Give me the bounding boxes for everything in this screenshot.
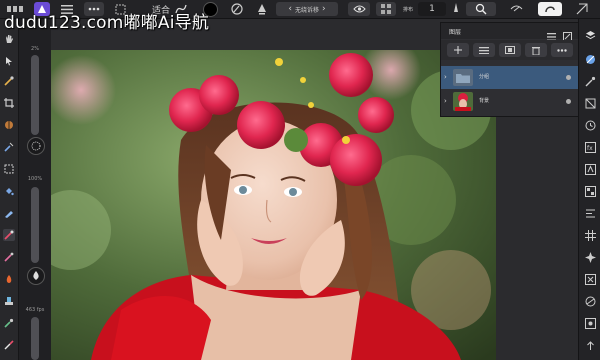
- layer-name: 分组: [479, 74, 490, 80]
- fx-icon[interactable]: fx: [584, 141, 596, 153]
- align-icon[interactable]: [584, 207, 596, 219]
- brushes-icon[interactable]: [584, 75, 596, 87]
- layer-options-icon[interactable]: [551, 43, 573, 57]
- pixel-brush-icon[interactable]: [3, 251, 15, 263]
- grid-pattern-icon[interactable]: [376, 2, 396, 16]
- tools-panel: [0, 19, 19, 360]
- layers-panel-header: 图层: [441, 23, 578, 41]
- delete-layer-icon[interactable]: [525, 43, 547, 57]
- layer-name: 背景: [479, 98, 490, 104]
- brush-hardness-icon[interactable]: [27, 137, 45, 155]
- size-slider[interactable]: [31, 187, 39, 263]
- layer-stack-icon[interactable]: [473, 43, 495, 57]
- transform-icon[interactable]: [584, 97, 596, 109]
- expand-chevron-icon[interactable]: ›: [444, 97, 447, 105]
- add-mask-icon[interactable]: [499, 43, 521, 57]
- history-icon[interactable]: [584, 119, 596, 131]
- brush-context-bar: 2% 100% 463 fps: [19, 19, 51, 360]
- studio-panel-strip: fx: [578, 19, 600, 360]
- layer-visibility-toggle[interactable]: [566, 75, 571, 80]
- adjustments-icon[interactable]: [584, 53, 596, 65]
- layers-toolbar: [441, 40, 578, 60]
- search-brush-icon[interactable]: [466, 2, 496, 16]
- chevron-right-icon: ›: [322, 4, 326, 14]
- watermark-text: dudu123.com嘟嘟Ai导航: [4, 13, 210, 33]
- blend-mode-value: 无绕诉移: [294, 6, 319, 14]
- brush-settings-icon[interactable]: [228, 2, 246, 16]
- assistant-icon[interactable]: [538, 2, 562, 16]
- character-icon[interactable]: [584, 163, 596, 175]
- layers-panel-title: 图层: [449, 29, 462, 36]
- selection-brush-icon[interactable]: [3, 141, 15, 153]
- pen-icon[interactable]: [452, 2, 460, 16]
- layer-thumbnail: [453, 92, 473, 111]
- paint-brush-icon[interactable]: [3, 119, 15, 131]
- flow-label: 463 fps: [25, 307, 45, 313]
- flow-slider[interactable]: [31, 317, 39, 360]
- view-icon[interactable]: [506, 2, 526, 16]
- stock-icon[interactable]: [584, 295, 596, 307]
- clone-icon[interactable]: [3, 295, 15, 307]
- flood-fill-icon[interactable]: [3, 185, 15, 197]
- layers-panel: 图层 › 分组 › 背景: [440, 22, 579, 117]
- hand-icon[interactable]: [3, 33, 15, 45]
- add-layer-icon[interactable]: [447, 43, 469, 57]
- opacity-slider[interactable]: [31, 55, 39, 135]
- expand-chevron-icon[interactable]: ›: [444, 73, 447, 81]
- chevron-left-icon: ‹: [288, 4, 292, 14]
- layer-row-background[interactable]: › 背景: [441, 90, 578, 113]
- canvas-photo[interactable]: [51, 50, 496, 360]
- navigator-icon[interactable]: [584, 251, 596, 263]
- paint-icon[interactable]: [3, 207, 15, 219]
- snapping-icon[interactable]: [570, 2, 594, 16]
- opacity-label: 2%: [31, 46, 39, 52]
- layer-row-group[interactable]: › 分组: [441, 66, 578, 89]
- vector-brush-icon[interactable]: [3, 339, 15, 351]
- param-value-field[interactable]: 1: [418, 2, 446, 16]
- folder-icon: [453, 69, 473, 86]
- flow-icon[interactable]: [254, 2, 270, 16]
- blend-mode-select[interactable]: ‹ 无绕诉移 ›: [276, 2, 338, 16]
- marquee-icon[interactable]: [3, 163, 15, 175]
- eye-icon[interactable]: [348, 2, 370, 16]
- brush-icon[interactable]: [3, 229, 15, 241]
- healing-icon[interactable]: [3, 317, 15, 329]
- crop-icon[interactable]: [3, 97, 15, 109]
- svg-text:fx: fx: [587, 145, 593, 152]
- grid-icon[interactable]: [584, 229, 596, 241]
- layers-studio-icon[interactable]: [584, 29, 596, 41]
- color-picker-icon[interactable]: [3, 75, 15, 87]
- move-icon[interactable]: [3, 55, 15, 67]
- layer-visibility-toggle[interactable]: [566, 99, 571, 104]
- symbols-icon[interactable]: [584, 317, 596, 329]
- export-icon[interactable]: [584, 339, 596, 351]
- size-label: 100%: [27, 176, 43, 182]
- flow-drop-icon[interactable]: [27, 267, 45, 285]
- channels-icon[interactable]: [584, 273, 596, 285]
- burn-icon[interactable]: [3, 273, 15, 285]
- param-label: 排布: [402, 6, 413, 13]
- swatches-icon[interactable]: [584, 185, 596, 197]
